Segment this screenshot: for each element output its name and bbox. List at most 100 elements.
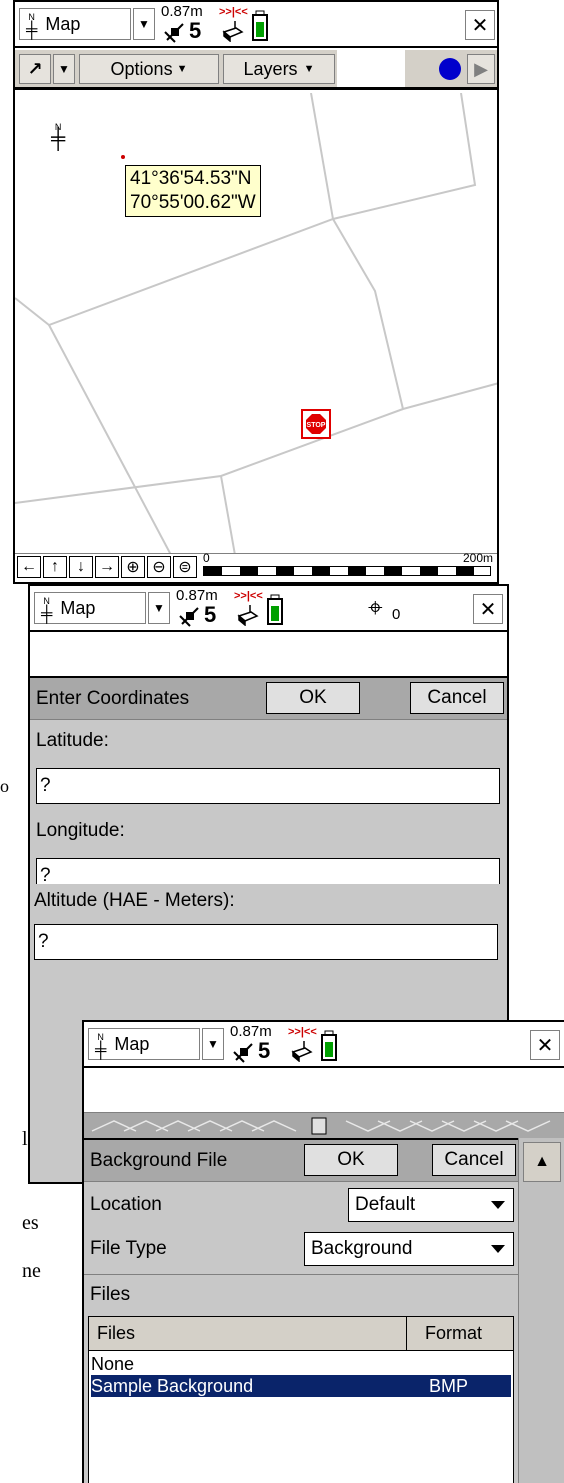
- play-button[interactable]: ▶: [467, 54, 495, 84]
- background-text-3: es: [22, 1212, 39, 1234]
- arrow-down-icon: ↓: [77, 558, 85, 575]
- cancel-button[interactable]: Cancel: [432, 1144, 516, 1176]
- chevron-down-icon: ▼: [138, 17, 150, 31]
- file-type-select[interactable]: Background: [304, 1232, 514, 1266]
- longitude-label: Longitude:: [36, 820, 125, 841]
- scale-bar: 0 200m: [201, 551, 493, 580]
- scroll-up-button[interactable]: ▲: [523, 1142, 561, 1182]
- tool-dropdown-button[interactable]: ▼: [53, 54, 75, 84]
- crosshair-count: 0: [392, 606, 401, 623]
- north-arrow-icon: N ╪: [95, 1032, 107, 1059]
- arrow-up-right-icon: ↗: [27, 58, 43, 79]
- popup-latitude: 41°36'54.53"N: [130, 168, 252, 189]
- pan-down-button[interactable]: ↓: [69, 556, 93, 578]
- file-name: None: [91, 1354, 135, 1374]
- arrow-left-icon: ←: [21, 558, 37, 575]
- receiver-icon: [291, 1041, 313, 1062]
- battery-icon: [252, 10, 268, 41]
- popup-longitude: 70°55'00.62"W: [130, 192, 256, 213]
- map-menu-label: Map: [114, 1033, 150, 1054]
- play-icon: ▶: [474, 58, 488, 79]
- pan-right-button[interactable]: →: [95, 556, 119, 578]
- file-format: BMP: [429, 1376, 469, 1396]
- map-menu-button[interactable]: N ╪ Map: [88, 1028, 200, 1060]
- map-dropdown-button[interactable]: ▼: [133, 8, 155, 40]
- table-row-selected[interactable]: Sample Background BMP: [90, 1374, 512, 1398]
- pan-up-button[interactable]: ↑: [43, 556, 67, 578]
- map-canvas[interactable]: N ╪ 41°36'54.53"N 70°55'00.62"W STOP: [15, 93, 497, 555]
- receiver-icon: [237, 605, 259, 626]
- satellite-icon: [233, 1043, 253, 1063]
- map-toolbar: ↗ ▼ Options ▼ Layers ▼ ▶: [15, 50, 497, 90]
- options-menu[interactable]: Options ▼: [79, 54, 219, 84]
- close-button[interactable]: ✕: [530, 1030, 560, 1060]
- altitude-field[interactable]: ?: [34, 924, 498, 960]
- layers-menu[interactable]: Layers ▼: [223, 54, 335, 84]
- map-window: N ╪ Map ▼ 0.87m 5 >>|<< ✕ ↗ ▼ Options ▼ La…: [13, 0, 499, 584]
- background-file-window: N ╪ Map ▼ 0.87m 5 >>|<< ✕ Background File…: [82, 1020, 564, 1483]
- column-header-format[interactable]: Format: [407, 1317, 513, 1351]
- crosshair-icon: ⌖: [368, 592, 383, 622]
- zoom-extents-button[interactable]: ⊜: [173, 556, 197, 578]
- battery-icon: [267, 594, 283, 625]
- divider: [84, 1274, 518, 1275]
- chevron-down-icon: ▼: [58, 62, 70, 76]
- chevron-up-icon: ▲: [534, 1153, 550, 1170]
- satellite-icon: [164, 23, 184, 43]
- close-button[interactable]: ✕: [473, 594, 503, 624]
- file-name: Sample Background: [91, 1376, 254, 1396]
- splitter-bar[interactable]: [84, 1112, 564, 1140]
- pan-tool-button[interactable]: ↗: [19, 54, 51, 84]
- zoom-in-icon: ⊕: [126, 559, 140, 576]
- file-type-value: Background: [311, 1238, 413, 1259]
- background-marker: o: [0, 776, 9, 796]
- column-header-files[interactable]: Files: [89, 1317, 407, 1351]
- zoom-extents-icon: ⊜: [178, 559, 192, 576]
- pan-left-button[interactable]: ←: [17, 556, 41, 578]
- satellite-count: 5: [189, 18, 202, 43]
- north-arrow-icon: N ╪: [51, 122, 66, 150]
- title-bar: N ╪ Map ▼ 0.87m 5 >>|<< ⌖ 0 ✕: [30, 586, 507, 632]
- zoom-out-icon: ⊖: [152, 559, 166, 576]
- map-dropdown-button[interactable]: ▼: [148, 592, 170, 624]
- form-header: Enter Coordinates OK Cancel: [30, 676, 507, 720]
- scale-start: 0: [203, 551, 210, 565]
- vertical-scrollbar[interactable]: ▲: [518, 1138, 564, 1483]
- accuracy-readout: 0.87m: [176, 587, 218, 604]
- cancel-button[interactable]: Cancel: [410, 682, 504, 714]
- table-row[interactable]: None: [91, 1353, 511, 1375]
- signal-icon: >>|<<: [288, 1026, 317, 1038]
- close-icon: ✕: [536, 1034, 554, 1057]
- close-icon: ✕: [479, 598, 497, 621]
- form-body: Latitude: ? Longitude: ?: [30, 720, 507, 884]
- satellite-count: 5: [258, 1038, 271, 1063]
- longitude-field[interactable]: ?: [36, 858, 500, 884]
- chevron-down-icon: ▼: [207, 1037, 219, 1051]
- splitter-pattern: [91, 1117, 551, 1135]
- latitude-field[interactable]: ?: [36, 768, 500, 804]
- ok-button[interactable]: OK: [266, 682, 360, 714]
- close-icon: ✕: [471, 14, 489, 37]
- map-dropdown-button[interactable]: ▼: [202, 1028, 224, 1060]
- location-select[interactable]: Default: [348, 1188, 514, 1222]
- gps-status-dot[interactable]: [439, 58, 461, 80]
- toolbar-spacer: [337, 50, 405, 87]
- zoom-in-button[interactable]: ⊕: [121, 556, 145, 578]
- ok-button[interactable]: OK: [304, 1144, 398, 1176]
- receiver-icon: [222, 21, 244, 42]
- zoom-out-button[interactable]: ⊖: [147, 556, 171, 578]
- map-menu-button[interactable]: N ╪ Map: [19, 8, 131, 40]
- signal-icon: >>|<<: [234, 590, 263, 602]
- map-menu-label: Map: [45, 13, 81, 34]
- close-button[interactable]: ✕: [465, 10, 495, 40]
- chevron-down-icon: [491, 1201, 505, 1209]
- blank-strip: [84, 1068, 564, 1112]
- blank-strip: [30, 632, 507, 676]
- files-list[interactable]: Files Format None Sample Background BMP: [88, 1316, 514, 1483]
- scale-end: 200m: [462, 551, 493, 565]
- chevron-down-icon: ▼: [176, 63, 188, 75]
- svg-text:STOP: STOP: [307, 422, 326, 429]
- waypoint-marker[interactable]: STOP: [301, 409, 331, 439]
- map-menu-button[interactable]: N ╪ Map: [34, 592, 146, 624]
- arrow-up-icon: ↑: [51, 558, 59, 575]
